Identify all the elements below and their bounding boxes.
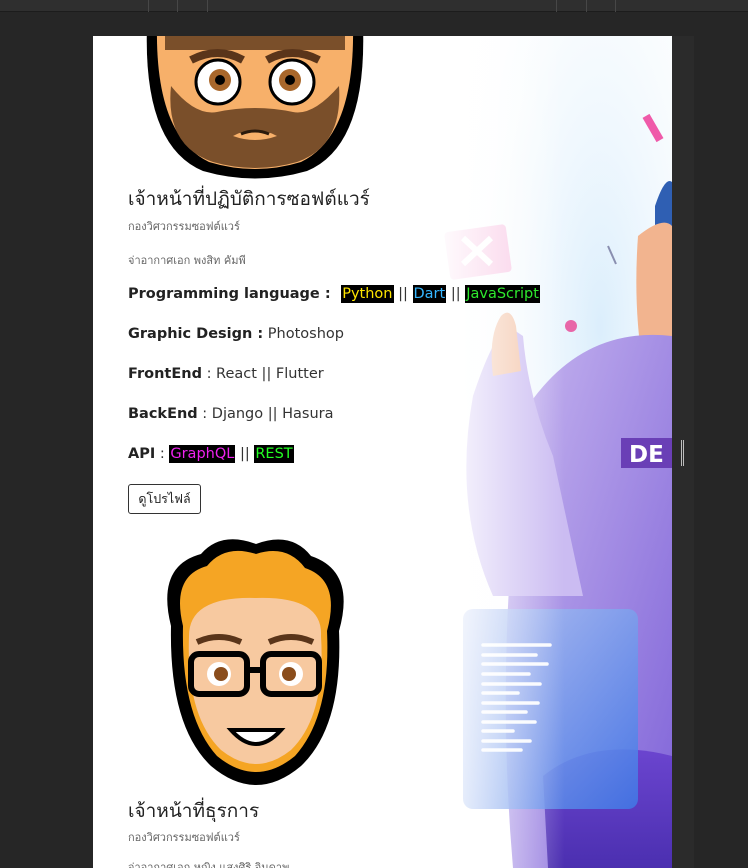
tag-python: Python <box>341 285 394 303</box>
graphic-value: Photoshop <box>267 326 344 342</box>
api-label: API <box>128 446 156 462</box>
frontend-label: FrontEnd <box>128 366 202 382</box>
profile2-department: กองวิศวกรรมซอฟต์แวร์ <box>128 831 240 844</box>
profile1-department: กองวิศวกรรมซอฟต์แวร์ <box>128 220 240 233</box>
skills-programming: Programming language : Python || Dart ||… <box>128 285 540 303</box>
browser-toolbar <box>0 0 748 12</box>
skills-api: API : GraphQL || REST <box>128 445 294 463</box>
profile1-person: จ่าอากาศเอก พงสิท คัมพี <box>128 254 246 267</box>
view-profile-button[interactable]: ดูโปรไฟล์ <box>128 484 201 514</box>
avatar-bearded-man <box>146 36 364 179</box>
tag-rest: REST <box>254 445 294 463</box>
backend-label: BackEnd <box>128 406 198 422</box>
tag-dart: Dart <box>412 285 447 303</box>
skills-backend: BackEnd : Django || Hasura <box>128 406 334 422</box>
frontend-value: : React || Flutter <box>206 366 324 382</box>
separator: || <box>398 286 408 302</box>
skills-graphic: Graphic Design : Photoshop <box>128 326 344 342</box>
separator: || <box>450 286 461 302</box>
tag-javascript: JavaScript <box>465 285 540 303</box>
api-colon: : <box>159 446 165 462</box>
avatar-glasses-man <box>167 539 344 785</box>
profile2-title: เจ้าหน้าที่ธุรการ <box>128 800 260 822</box>
scroll-handle[interactable] <box>681 440 684 466</box>
developer-illustration: DE <box>433 36 672 868</box>
page-viewport: DE <box>93 36 672 868</box>
graphic-label: Graphic Design : <box>128 326 264 342</box>
programming-label: Programming language : <box>128 286 331 302</box>
profile2-person: จ่าอากาศเอก หญิง แสงศิริ จินดาพ <box>128 861 290 868</box>
profile1-title: เจ้าหน้าที่ปฏิบัติการซอฟต์แวร์ <box>128 188 370 210</box>
backend-value: : Django || Hasura <box>202 406 334 422</box>
skills-frontend: FrontEnd : React || Flutter <box>128 366 324 382</box>
tag-graphql: GraphQL <box>169 445 236 463</box>
separator: || <box>239 446 250 462</box>
